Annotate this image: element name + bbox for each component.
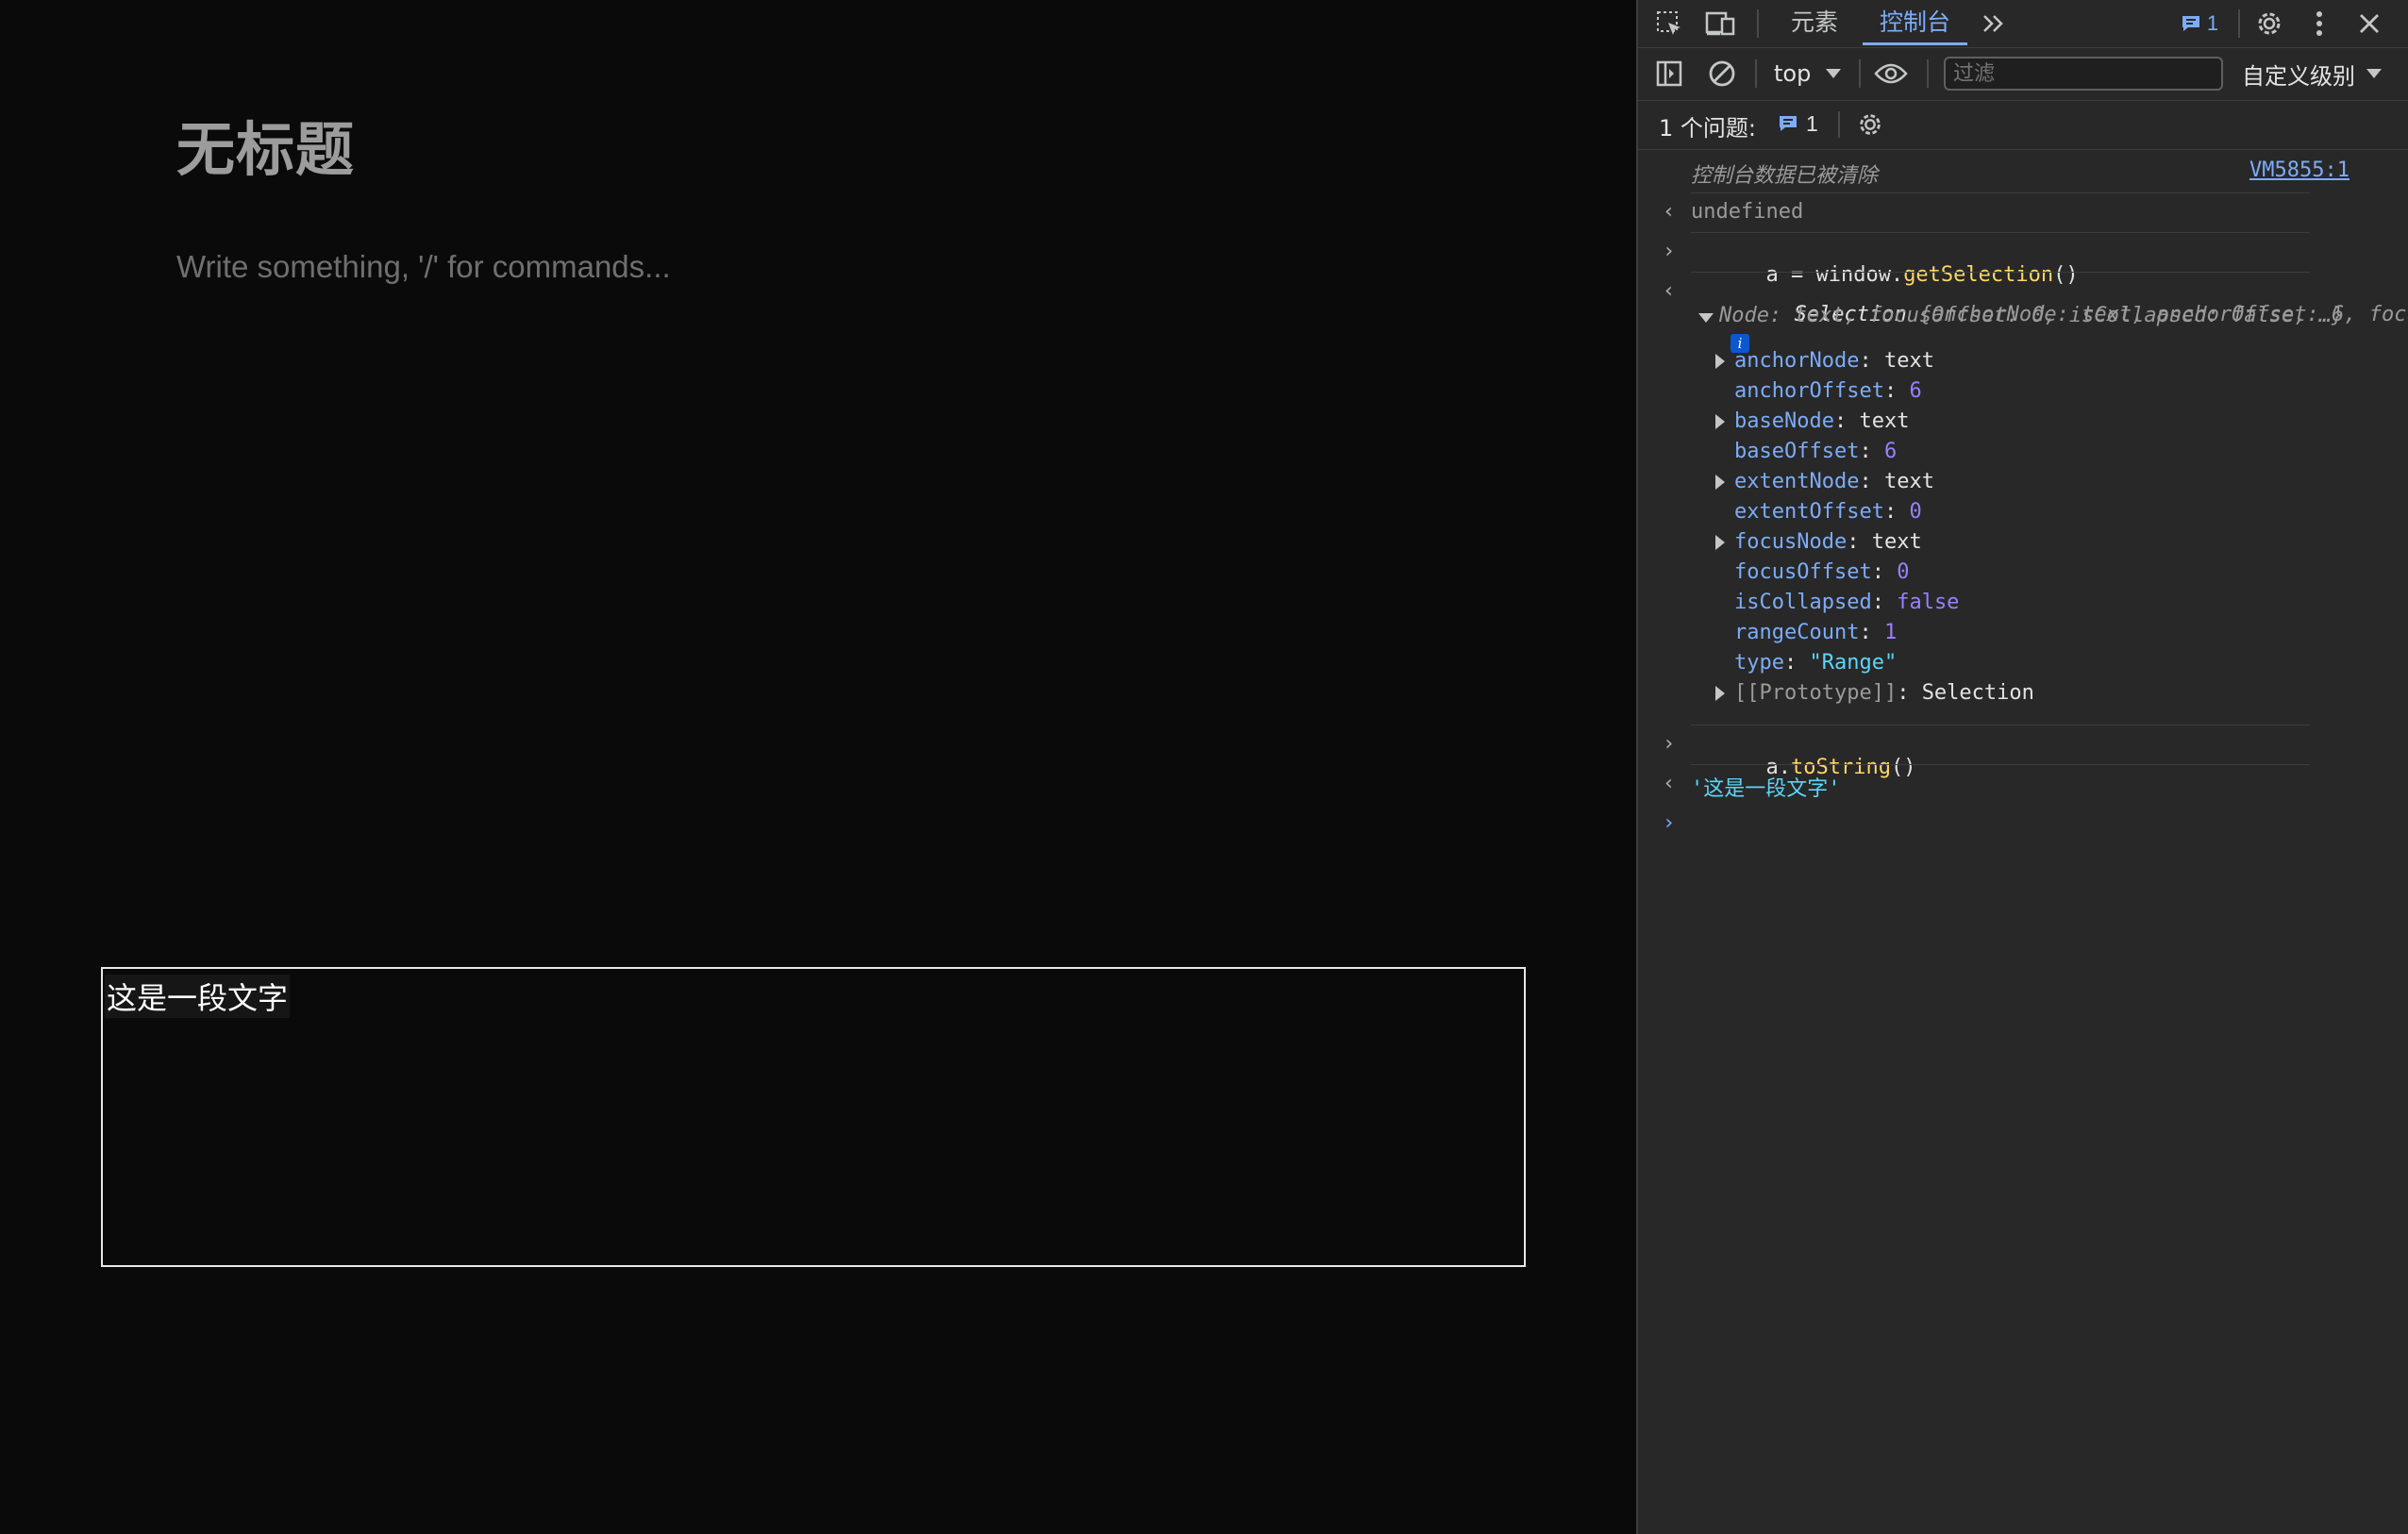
property-key: focusOffset — [1734, 560, 1872, 584]
selection-property-row: type: "Range" — [1734, 651, 1898, 675]
expand-arrow-icon[interactable] — [1715, 354, 1725, 369]
property-key: isCollapsed — [1734, 591, 1872, 614]
property-value: 6 — [1909, 379, 1922, 403]
property-key: anchorNode — [1734, 349, 1860, 373]
devtools-tabbar: 元素 控制台 1 — [1638, 0, 2408, 48]
selection-property-row: anchorOffset: 6 — [1734, 379, 1922, 403]
console-input[interactable] — [1691, 809, 2351, 842]
selection-property-row: baseOffset: 6 — [1734, 440, 1898, 463]
selected-text[interactable]: 这是一段文字 — [105, 975, 291, 1018]
editor-placeholder[interactable]: Write something, '/' for commands... — [176, 249, 671, 285]
property-value: 0 — [1909, 500, 1922, 524]
property-key: extentNode — [1734, 470, 1860, 493]
issues-settings-gear-icon[interactable] — [1853, 108, 1887, 142]
devtools-panel: 元素 控制台 1 top 过滤 自定义级别 1 个问题: 1 控制台数据已被清除… — [1636, 0, 2408, 1534]
selection-property-row: extentOffset: 0 — [1734, 500, 1922, 524]
property-value: text — [1883, 349, 1934, 373]
expand-toggle-icon[interactable] — [1698, 313, 1714, 323]
context-selector[interactable]: top — [1774, 58, 1842, 90]
document-title[interactable]: 无标题 — [176, 102, 355, 187]
console-output: 控制台数据已被清除 VM5855:1 ‹ undefined › a = win… — [1638, 151, 2408, 1534]
expand-arrow-icon[interactable] — [1715, 414, 1725, 429]
log-level-value: 自定义级别 — [2242, 62, 2355, 90]
issues-badge-count: 1 — [2206, 11, 2219, 35]
sidebar-toggle-icon[interactable] — [1653, 58, 1685, 90]
property-key: focusNode — [1734, 530, 1848, 554]
property-value: text — [1859, 409, 1910, 433]
command-paren: () — [1890, 756, 1916, 779]
property-value: 1 — [1883, 621, 1898, 644]
property-key: [[Prototype]] — [1734, 681, 1898, 705]
selection-property-row[interactable]: baseNode: text — [1715, 409, 1909, 433]
issues-bar: 1 个问题: 1 — [1638, 100, 2408, 150]
live-expression-eye-icon[interactable] — [1872, 58, 1910, 90]
property-value: text — [1871, 530, 1922, 554]
source-link[interactable]: VM5855:1 — [2249, 158, 2349, 182]
context-selector-value: top — [1774, 60, 1812, 87]
clear-console-icon[interactable] — [1706, 58, 1738, 90]
property-value: false — [1897, 591, 1960, 614]
chevron-down-icon — [1826, 69, 1842, 78]
property-key: extentOffset — [1734, 500, 1884, 524]
property-value: text — [1883, 470, 1934, 493]
device-toolbar-icon[interactable] — [1704, 8, 1738, 40]
selection-property-row[interactable]: focusNode: text — [1715, 530, 1922, 554]
console-toolbar: top 自定义级别 — [1638, 48, 2408, 101]
settings-gear-icon[interactable] — [2251, 6, 2287, 42]
log-level-selector[interactable]: 自定义级别 — [2242, 58, 2382, 90]
issues-badge[interactable]: 1 — [2176, 9, 2223, 38]
issues-link[interactable]: 1 — [1778, 109, 1818, 138]
message-icon — [2182, 16, 2199, 31]
property-key: rangeCount — [1734, 621, 1860, 644]
expand-arrow-icon[interactable] — [1715, 475, 1725, 490]
input-prompt-icon: › — [1663, 240, 1676, 263]
console-prompt-icon: › — [1663, 811, 1676, 835]
property-value: "Range" — [1809, 651, 1898, 675]
input-prompt-icon: › — [1663, 732, 1676, 756]
filter-input[interactable] — [1944, 57, 2223, 91]
content-box[interactable]: 这是一段文字 — [101, 967, 1526, 1267]
message-icon — [1780, 116, 1797, 131]
selection-property-row[interactable]: extentNode: text — [1715, 470, 1934, 493]
issues-link-count: 1 — [1806, 110, 1818, 136]
close-icon[interactable] — [2353, 8, 2385, 40]
selection-property-row: isCollapsed: false — [1734, 591, 1960, 614]
selection-property-row[interactable]: [[Prototype]]: Selection — [1715, 681, 2034, 705]
property-value: 6 — [1883, 440, 1898, 463]
expand-arrow-icon[interactable] — [1715, 686, 1725, 701]
result-arrow-icon: ‹ — [1663, 772, 1676, 795]
property-key: baseNode — [1734, 409, 1834, 433]
inspect-element-icon[interactable] — [1653, 8, 1685, 40]
chevron-down-icon — [2366, 69, 2382, 78]
result-undefined: undefined — [1691, 200, 1804, 224]
property-value: Selection — [1921, 681, 2034, 705]
editor-pane: 无标题 Write something, '/' for commands...… — [0, 0, 1636, 1534]
more-tabs-icon[interactable] — [1978, 8, 2010, 40]
property-key: baseOffset — [1734, 440, 1860, 463]
result-string: '这是一段文字' — [1691, 777, 1841, 801]
selection-property-row: rangeCount: 1 — [1734, 621, 1898, 644]
result-arrow-icon: ‹ — [1663, 279, 1676, 303]
more-options-icon[interactable] — [2306, 8, 2333, 40]
selection-property-row: focusOffset: 0 — [1734, 560, 1910, 584]
tab-console[interactable]: 控制台 — [1863, 0, 1968, 45]
property-value: 0 — [1897, 560, 1910, 584]
expand-arrow-icon[interactable] — [1715, 535, 1725, 550]
result-arrow-icon: ‹ — [1663, 200, 1676, 224]
tab-elements[interactable]: 元素 — [1791, 0, 1838, 45]
property-key: anchorOffset — [1734, 379, 1884, 403]
selection-preview-2: Node: text, focusOffset: 0, isCollapsed:… — [1719, 304, 2345, 327]
selection-property-row[interactable]: anchorNode: text — [1715, 349, 1934, 373]
console-cleared-message: 控制台数据已被清除 — [1691, 164, 1879, 188]
issues-label: 1 个问题: — [1659, 115, 1756, 142]
property-key: type — [1734, 651, 1784, 675]
